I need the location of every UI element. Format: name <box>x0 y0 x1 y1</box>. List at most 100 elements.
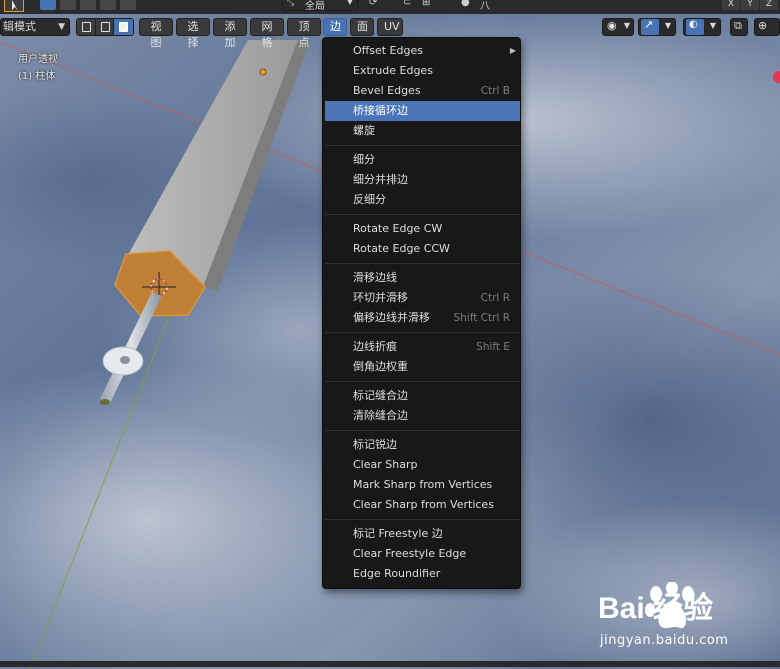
falloff-icon: 八 <box>480 1 490 12</box>
menu-item-edge-bevel-weight[interactable]: 倒角边权重 <box>325 357 520 377</box>
gizmo-icon: ↗ <box>644 18 654 31</box>
overlay-toggle[interactable]: ◐ <box>686 19 704 35</box>
mirror-axis-group: X Y Z <box>722 0 780 11</box>
orientation-value: 全局 <box>305 1 325 12</box>
menu-item-subdivide[interactable]: 细分 <box>325 150 520 170</box>
menu-item-label: Clear Sharp from Vertices <box>353 498 494 511</box>
mirror-z-button[interactable]: Z <box>760 0 778 10</box>
menu-item-mark-sharp[interactable]: 标记锐边 <box>325 435 520 455</box>
menu-item-mark-seam[interactable]: 标记缝合边 <box>325 386 520 406</box>
vertex-select-button[interactable] <box>77 19 96 35</box>
menu-item-edge-roundifier[interactable]: Edge Roundifier <box>325 564 520 584</box>
watermark-url: jingyan.baidu.com <box>600 633 729 648</box>
menu-item-shortcut: Shift E <box>476 341 510 353</box>
proportional-edit-icon: ● <box>461 0 470 8</box>
gizmo-select[interactable]: ↗ ▼ <box>638 18 676 36</box>
menu-separator <box>325 381 520 382</box>
menu-item-label: 标记锐边 <box>353 438 397 451</box>
menu-item-label: 滑移边线 <box>353 271 397 284</box>
menu-item-rotate-edge-ccw[interactable]: Rotate Edge CCW <box>325 239 520 259</box>
menu-vertex[interactable]: 顶点 <box>287 18 321 49</box>
menu-item-bevel-edges[interactable]: Bevel Edges Ctrl B <box>325 81 520 101</box>
menu-item-label: 细分并排边 <box>353 173 408 186</box>
menu-item-un-subdivide[interactable]: 反细分 <box>325 190 520 210</box>
select-tool-icon[interactable] <box>4 0 24 12</box>
snap-group[interactable]: ⊂ ⊞ <box>400 0 452 11</box>
menu-item-extrude-edges[interactable]: Extrude Edges <box>325 61 520 81</box>
watermark-brand: Bai 经验 <box>598 592 714 625</box>
chevron-down-icon: ▼ <box>58 22 65 32</box>
menu-item-shortcut: Shift Ctrl R <box>453 312 510 324</box>
active-object-label: (1) 柱体 <box>18 71 56 82</box>
vertex-select-icon <box>82 22 91 32</box>
menu-edge[interactable]: 边 <box>323 18 347 36</box>
interaction-mode-select[interactable]: 辑模式 ▼ <box>0 18 70 36</box>
menu-item-clear-sharp-from-vertices[interactable]: Clear Sharp from Vertices <box>325 495 520 515</box>
menu-view[interactable]: 视图 <box>139 18 173 49</box>
menu-item-label: Clear Sharp <box>353 458 418 471</box>
menu-item-screw[interactable]: 螺旋 <box>325 121 520 141</box>
select-intersect-icon[interactable] <box>120 0 136 10</box>
menu-item-label: 反细分 <box>353 193 386 206</box>
menu-add[interactable]: 添加 <box>213 18 247 49</box>
menu-item-clear-sharp[interactable]: Clear Sharp <box>325 455 520 475</box>
select-invert-icon[interactable] <box>100 0 116 10</box>
menu-item-edge-crease[interactable]: 边线折痕 Shift E <box>325 337 520 357</box>
menu-face[interactable]: 面 <box>350 18 374 36</box>
pivot-icon: ⟳ <box>369 0 378 8</box>
menu-item-clear-freestyle-edge[interactable]: Clear Freestyle Edge <box>325 544 520 564</box>
mirror-y-button[interactable]: Y <box>741 0 759 10</box>
menu-select[interactable]: 选择 <box>176 18 210 49</box>
select-extend-icon[interactable] <box>60 0 76 10</box>
menu-item-mark-sharp-from-vertices[interactable]: Mark Sharp from Vertices <box>325 475 520 495</box>
menu-item-label: 倒角边权重 <box>353 360 408 373</box>
select-box-icon[interactable] <box>40 0 56 10</box>
edge-select-icon <box>100 22 110 32</box>
view-perspective-label: 用户透视 <box>18 54 58 65</box>
menu-item-bridge-edge-loops[interactable]: 桥接循环边 <box>325 101 520 121</box>
menu-item-offset-edge-slide[interactable]: 偏移边线并滑移 Shift Ctrl R <box>325 308 520 328</box>
overlay-select[interactable]: ◐ ▼ <box>683 18 721 36</box>
menu-item-label: 偏移边线并滑移 <box>353 311 430 324</box>
orientation-icon: ⤡ <box>287 0 295 8</box>
interaction-mode-value: 辑模式 <box>3 20 36 33</box>
chevron-down-icon: ▼ <box>346 0 353 6</box>
magnet-icon: ⊂ <box>403 0 412 8</box>
chevron-down-icon: ▼ <box>709 21 716 30</box>
menu-item-label: Clear Freestyle Edge <box>353 547 467 560</box>
pivot-point-select[interactable]: ⟳ <box>366 0 394 11</box>
shading-wireframe-button[interactable]: ⊕ <box>754 18 780 36</box>
menu-mesh[interactable]: 网格 <box>250 18 284 49</box>
visibility-select[interactable]: ◉ ▼ <box>602 18 634 36</box>
menu-separator <box>325 214 520 215</box>
menu-item-edge-slide[interactable]: 滑移边线 <box>325 268 520 288</box>
menu-item-label: Offset Edges <box>353 44 423 57</box>
menu-uv[interactable]: UV <box>377 18 403 36</box>
menu-separator <box>325 263 520 264</box>
mirror-x-button[interactable]: X <box>722 0 740 10</box>
menu-item-label: Bevel Edges <box>353 84 421 97</box>
proportional-edit-group[interactable]: ● 八 <box>458 0 502 12</box>
gizmo-toggle[interactable]: ↗ <box>641 18 659 35</box>
overlay-icon: ◐ <box>689 19 698 30</box>
xray-toggle[interactable]: ⧉ <box>730 18 748 36</box>
menu-separator <box>325 519 520 520</box>
face-select-button[interactable] <box>114 19 133 35</box>
menu-item-label: Rotate Edge CCW <box>353 242 450 255</box>
menu-item-clear-seam[interactable]: 清除缝合边 <box>325 406 520 426</box>
menu-separator <box>325 430 520 431</box>
wireframe-sphere-icon: ⊕ <box>758 19 768 32</box>
menu-separator <box>325 332 520 333</box>
menu-item-rotate-edge-cw[interactable]: Rotate Edge CW <box>325 219 520 239</box>
transform-orientation-select[interactable]: ⤡ 全局 ▼ <box>282 0 358 12</box>
eye-icon: ◉ <box>607 19 617 32</box>
menu-item-mark-freestyle-edge[interactable]: 标记 Freestyle 边 <box>325 524 520 544</box>
edge-select-button[interactable] <box>95 19 115 35</box>
menu-item-loop-cut-and-slide[interactable]: 环切并滑移 Ctrl R <box>325 288 520 308</box>
menu-item-subdivide-edge-ring[interactable]: 细分并排边 <box>325 170 520 190</box>
select-subtract-icon[interactable] <box>80 0 96 10</box>
baidu-watermark: Bai 经验 jingyan.baidu.com <box>598 580 768 655</box>
menu-item-label: 清除缝合边 <box>353 409 408 422</box>
menu-item-label: Extrude Edges <box>353 64 433 77</box>
menu-item-offset-edges[interactable]: Offset Edges ▶ <box>325 41 520 61</box>
